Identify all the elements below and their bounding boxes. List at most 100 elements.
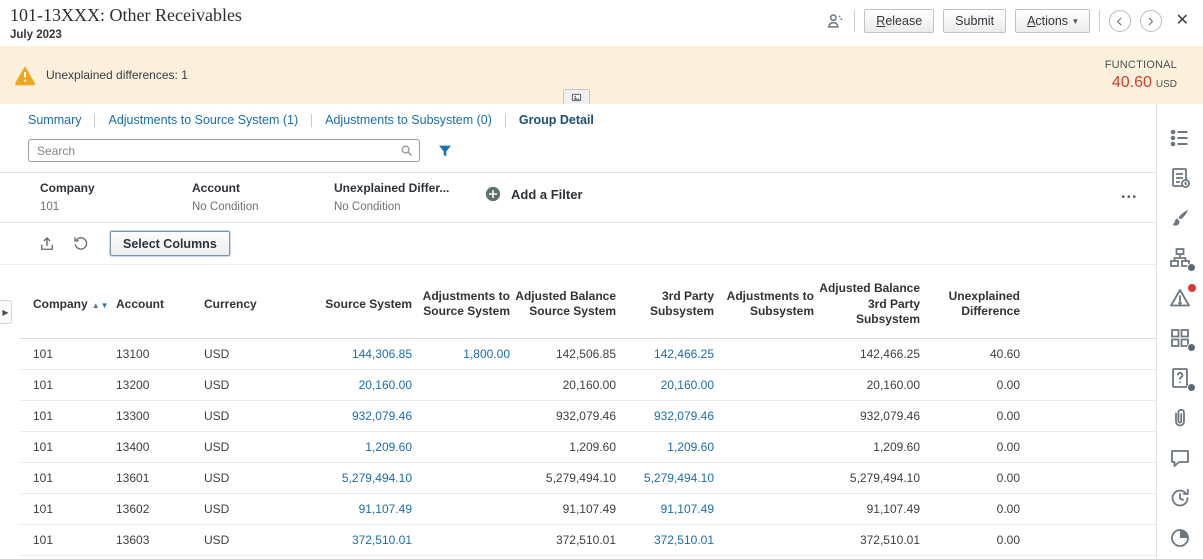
table-row[interactable]: 10113603USD372,510.01372,510.01372,510.0…: [20, 524, 1156, 555]
column-header-3rd-party-subsystem[interactable]: 3rd Party Subsystem: [616, 265, 714, 338]
tab-summary[interactable]: Summary: [28, 113, 81, 127]
table-row[interactable]: 10113602USD91,107.4991,107.4991,107.4991…: [20, 493, 1156, 524]
tab-separator: [505, 114, 506, 127]
properties-icon[interactable]: [1168, 166, 1192, 190]
close-icon[interactable]: ✕: [1176, 13, 1189, 29]
column-header-source-system[interactable]: Source System: [300, 265, 412, 338]
table-row[interactable]: 10113200USD20,160.0020,160.0020,160.0020…: [20, 369, 1156, 400]
right-rail: [1156, 104, 1203, 559]
filler-cell: [1020, 400, 1156, 431]
cell-3rd-party-subsystem[interactable]: 5,279,494.10: [616, 462, 714, 493]
column-header-currency[interactable]: Currency: [204, 265, 300, 338]
actions-button[interactable]: Actions▾: [1015, 9, 1090, 33]
column-header-unexplained-difference[interactable]: Unexplained Difference: [920, 265, 1020, 338]
cell-source-system[interactable]: 5,279,494.10: [300, 462, 412, 493]
filter-item-unexplained-differ[interactable]: Unexplained Differ...No Condition: [334, 181, 470, 213]
add-filter-button[interactable]: Add a Filter: [484, 185, 583, 203]
column-header-account[interactable]: Account: [116, 265, 204, 338]
refresh-icon[interactable]: [72, 235, 90, 253]
column-header-adjustments-to-source-system[interactable]: Adjustments to Source System: [412, 265, 510, 338]
cell-unexplained-difference: 0.00: [920, 369, 1020, 400]
attachments-icon[interactable]: [1168, 406, 1192, 430]
tab-separator: [311, 114, 312, 127]
filter-overflow-button[interactable]: •••: [1121, 192, 1138, 203]
alerts-icon[interactable]: [1168, 286, 1192, 310]
export-icon[interactable]: [38, 235, 56, 253]
select-columns-button[interactable]: Select Columns: [110, 231, 230, 256]
cell-3rd-party-subsystem[interactable]: 372,510.01: [616, 524, 714, 555]
release-button[interactable]: Release: [864, 9, 934, 33]
comments-icon[interactable]: [1168, 446, 1192, 470]
column-header-adjusted-balance-3rd-party-subsystem[interactable]: Adjusted Balance 3rd Party Subsystem: [814, 265, 920, 338]
status-badge: [1187, 343, 1196, 352]
cell-adjustments-to-source-system: [412, 400, 510, 431]
cell-3rd-party-subsystem[interactable]: 1,209.60: [616, 431, 714, 462]
cell-adjustments-to-subsystem: [714, 431, 814, 462]
dashboard-icon[interactable]: [1168, 326, 1192, 350]
search-icon[interactable]: [399, 143, 414, 158]
previous-reconciliation-button[interactable]: [1109, 10, 1131, 32]
column-label: Account: [116, 297, 164, 311]
filler-cell: [1020, 524, 1156, 555]
questions-icon[interactable]: [1168, 366, 1192, 390]
filter-funnel-icon[interactable]: [437, 143, 453, 159]
cell-adjusted-balance-3rd-party-subsystem: 932,079.46: [814, 400, 920, 431]
lower-region: Summary Adjustments to Source System (1) A…: [0, 104, 1203, 559]
next-reconciliation-button[interactable]: [1140, 10, 1162, 32]
cell-source-system[interactable]: 20,160.00: [300, 369, 412, 400]
table-row[interactable]: 10113601USD5,279,494.105,279,494.105,279…: [20, 462, 1156, 493]
caret-down-icon: ▾: [1073, 16, 1078, 27]
column-label: Adjusted Balance Source System: [515, 289, 616, 319]
column-header-adjustments-to-subsystem[interactable]: Adjustments to Subsystem: [714, 265, 814, 338]
cell-3rd-party-subsystem[interactable]: 20,160.00: [616, 369, 714, 400]
cell-unexplained-difference: 0.00: [920, 493, 1020, 524]
table-row[interactable]: 10113300USD932,079.46932,079.46932,079.4…: [20, 400, 1156, 431]
cell-company: 101: [20, 524, 116, 555]
cell-3rd-party-subsystem[interactable]: 932,079.46: [616, 400, 714, 431]
sort-descending-icon[interactable]: ▼: [101, 301, 109, 310]
cell-currency: USD: [204, 524, 300, 555]
collapse-summary-button[interactable]: [563, 89, 590, 104]
column-header-adjusted-balance-source-system[interactable]: Adjusted Balance Source System: [510, 265, 616, 338]
cell-3rd-party-subsystem[interactable]: 142,466.25: [616, 338, 714, 369]
table-row[interactable]: 10113400USD1,209.601,209.601,209.601,209…: [20, 431, 1156, 462]
cell-source-system[interactable]: 91,107.49: [300, 493, 412, 524]
cell-adjusted-balance-source-system: 91,107.49: [510, 493, 616, 524]
cell-adjustments-to-subsystem: [714, 400, 814, 431]
divider: [854, 10, 855, 32]
tab-adjustments-to-subsystem-0[interactable]: Adjustments to Subsystem (0): [325, 113, 492, 127]
sort-icons[interactable]: ▲▼: [92, 297, 109, 311]
cell-adjustments-to-subsystem: [714, 524, 814, 555]
filter-item-account[interactable]: AccountNo Condition: [192, 181, 334, 213]
filler-column: [1020, 265, 1156, 338]
table-row[interactable]: 10113100USD144,306.851,800.00142,506.851…: [20, 338, 1156, 369]
search-input[interactable]: [28, 139, 420, 162]
filler-cell: [1020, 338, 1156, 369]
sort-ascending-icon[interactable]: ▲: [92, 301, 100, 310]
tab-adjustments-to-source-system-1[interactable]: Adjustments to Source System (1): [108, 113, 298, 127]
cell-account: 13100: [116, 338, 204, 369]
time-icon[interactable]: [1168, 526, 1192, 550]
cell-adjusted-balance-3rd-party-subsystem: 372,510.01: [814, 524, 920, 555]
cell-source-system[interactable]: 144,306.85: [300, 338, 412, 369]
cell-source-system[interactable]: 932,079.46: [300, 400, 412, 431]
cell-3rd-party-subsystem[interactable]: 91,107.49: [616, 493, 714, 524]
user-workflow-icon[interactable]: [825, 11, 845, 31]
filter-item-company[interactable]: Company101: [40, 181, 192, 213]
status-badge: [1187, 263, 1196, 272]
cell-source-system[interactable]: 372,510.01: [300, 524, 412, 555]
format-icon[interactable]: [1168, 206, 1192, 230]
cell-adjustments-to-source-system: [412, 524, 510, 555]
cell-source-system[interactable]: 1,209.60: [300, 431, 412, 462]
list-view-icon[interactable]: [1168, 126, 1192, 150]
workflow-icon[interactable]: [1168, 246, 1192, 270]
history-icon[interactable]: [1168, 486, 1192, 510]
column-header-company[interactable]: Company▲▼: [20, 265, 116, 338]
cell-currency: USD: [204, 400, 300, 431]
cell-unexplained-difference: 0.00: [920, 431, 1020, 462]
expand-panel-button[interactable]: ▶: [0, 300, 12, 324]
tab-group-detail[interactable]: Group Detail: [519, 113, 594, 127]
submit-button[interactable]: Submit: [943, 9, 1006, 33]
cell-adjustments-to-source-system[interactable]: 1,800.00: [412, 338, 510, 369]
functional-label: FUNCTIONAL: [1105, 59, 1177, 71]
